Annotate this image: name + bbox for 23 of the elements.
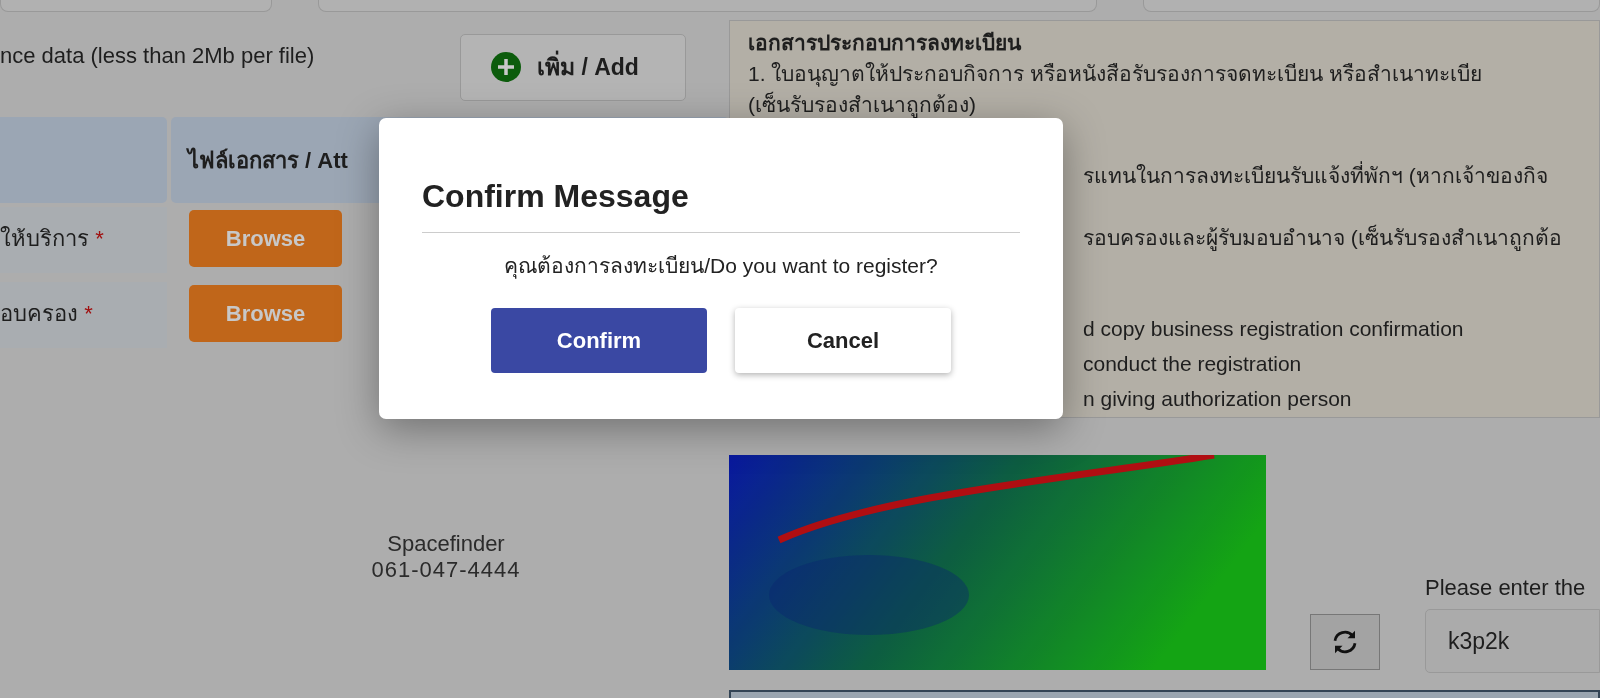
panel-text: (เซ็นรับรองสำเนาถูกต้อง) [748, 93, 976, 116]
panel-text: 1. ใบอนุญาตให้ประกอบกิจการ หรือหนังสือรับรองการจดทะเบียน หรือสำเนาทะเบีย [748, 62, 1483, 85]
table-cell: ให้บริการ * [0, 207, 167, 273]
confirm-button[interactable]: Confirm [491, 308, 707, 373]
refresh-button[interactable] [1310, 614, 1380, 670]
panel-title: เอกสารประกอบการลงทะเบียน [748, 30, 1023, 56]
input-field[interactable] [0, 0, 272, 12]
table-cell: อบครอง * [0, 282, 167, 348]
plus-icon [491, 52, 521, 82]
upload-note: nce data (less than 2Mb per file) [0, 43, 316, 69]
dialog-message: คุณต้องการลงทะเบียน/Do you want to register? [503, 253, 939, 281]
company-name: Spacefinder [386, 531, 506, 557]
captcha-prompt: Please enter the [1425, 575, 1587, 601]
panel-text: conduct the registration [1083, 352, 1302, 375]
panel-text: รอบครองและผู้รับมอบอำนาจ (เซ็นรับรองสำเนาถูกต้อ [1083, 226, 1562, 249]
input-field[interactable] [1143, 0, 1600, 12]
panel-text: d copy business registration confirmation [1083, 317, 1464, 340]
input-field[interactable] [318, 0, 1097, 12]
phone-number: 061-047-4444 [370, 557, 522, 583]
cancel-button[interactable]: Cancel [735, 308, 951, 373]
add-button[interactable]: เพิ่ม / Add [460, 33, 686, 101]
panel-text: n giving authorization person [1083, 387, 1352, 410]
captcha-field[interactable]: k3p2k [1425, 609, 1600, 673]
